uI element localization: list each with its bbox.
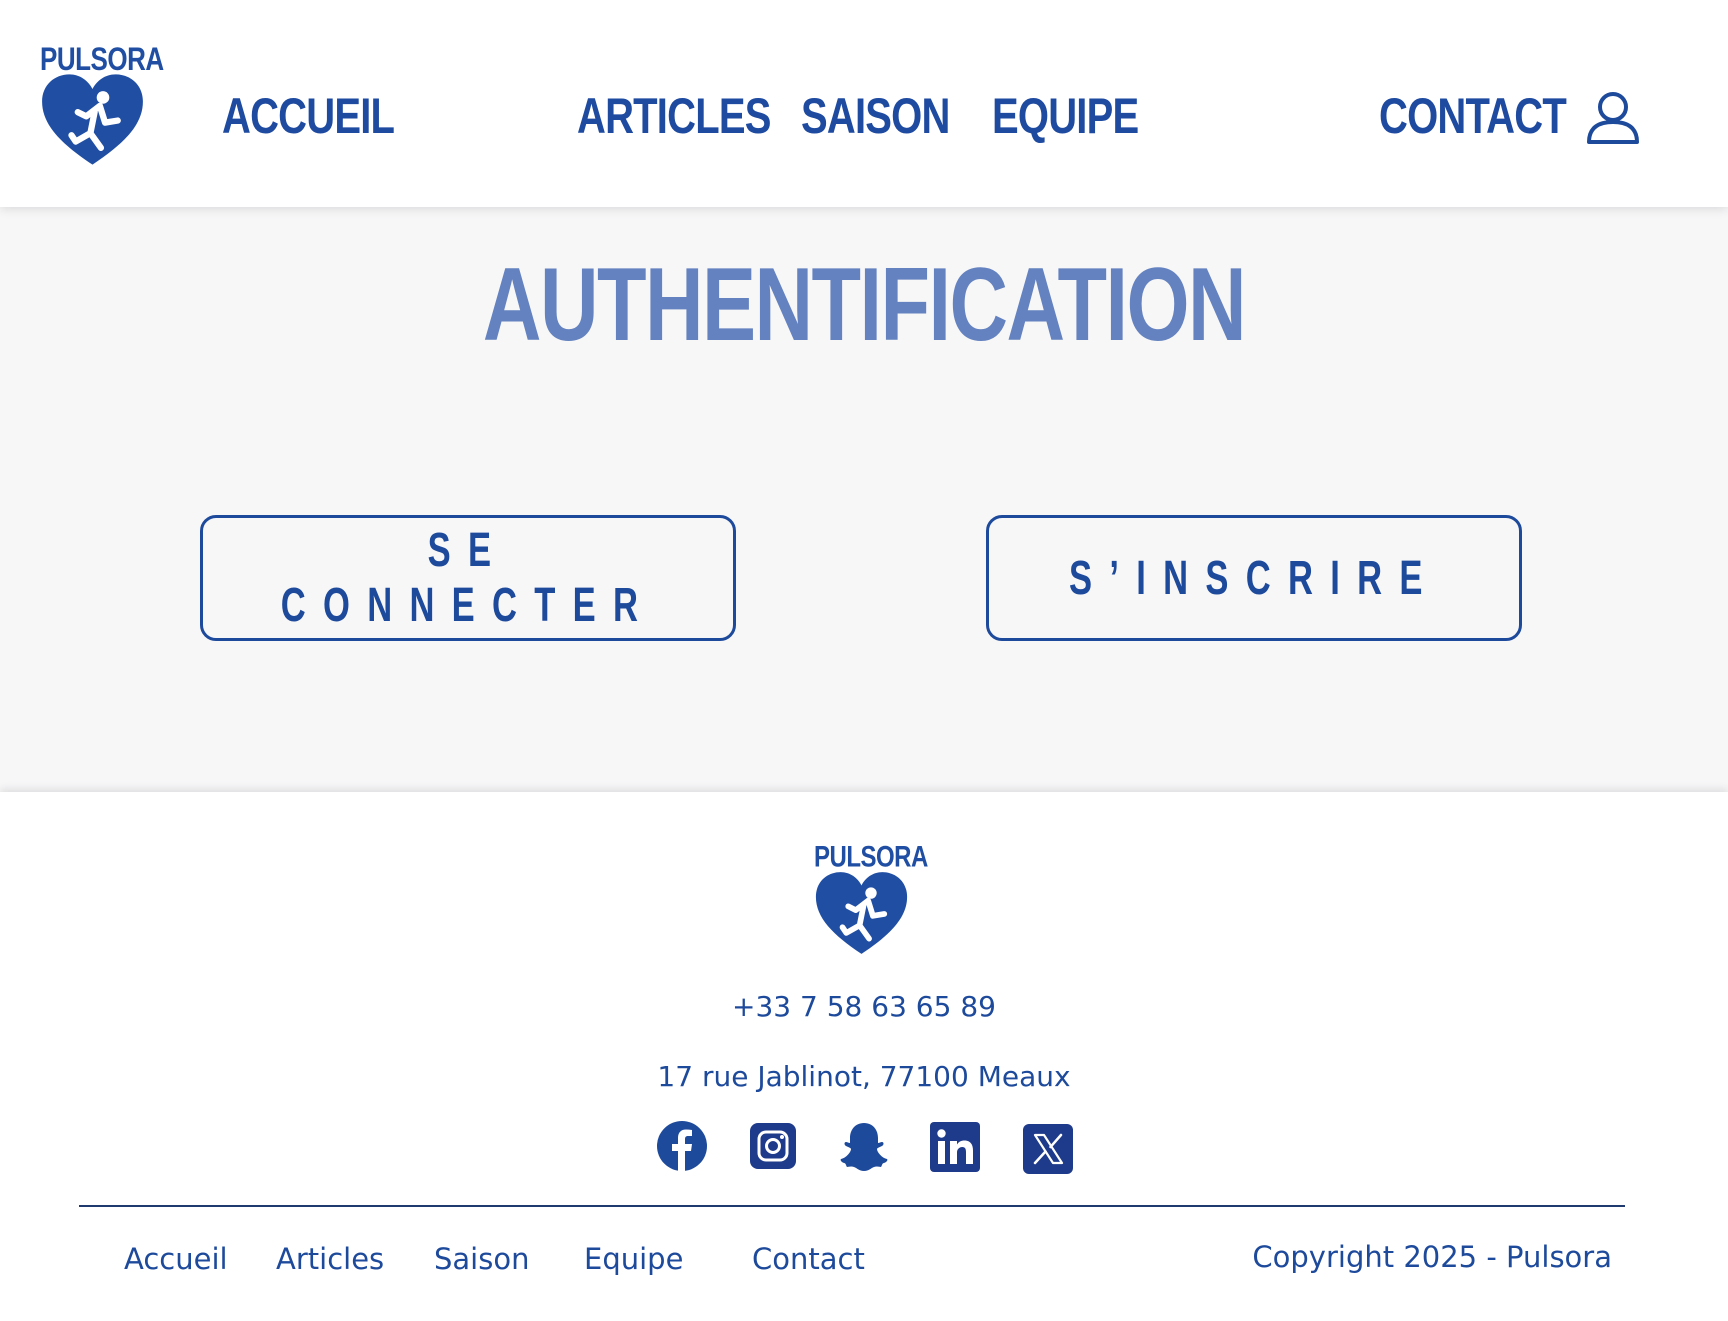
footer-divider xyxy=(79,1205,1625,1207)
nav-saison[interactable]: SAISON xyxy=(801,86,950,146)
user-icon[interactable] xyxy=(1586,90,1640,144)
login-button[interactable]: SE CONNECTER xyxy=(200,515,736,641)
facebook-icon[interactable] xyxy=(656,1120,708,1172)
snapchat-icon[interactable] xyxy=(838,1120,890,1172)
footer-logo[interactable]: PULSORA xyxy=(814,840,928,955)
footer-link-accueil[interactable]: Accueil xyxy=(124,1242,228,1276)
page-title: AUTHENTIFICATION xyxy=(482,247,1247,363)
footer-link-contact[interactable]: Contact xyxy=(752,1242,865,1276)
nav-contact[interactable]: CONTACT xyxy=(1379,86,1567,146)
copyright-text: Copyright 2025 - Pulsora xyxy=(1252,1240,1612,1274)
login-button-label: SE CONNECTER xyxy=(280,524,656,632)
signup-button[interactable]: S’INSCRIRE xyxy=(986,515,1522,641)
footer-phone[interactable]: +33 7 58 63 65 89 xyxy=(0,990,1728,1023)
footer-link-equipe[interactable]: Equipe xyxy=(584,1242,683,1276)
site-footer: PULSORA +33 7 58 63 65 89 17 rue Jablino… xyxy=(0,792,1728,1321)
header-logo[interactable]: PULSORA xyxy=(40,40,164,165)
nav-accueil[interactable]: ACCUEIL xyxy=(222,86,395,146)
site-header: PULSORA ACCUEIL ARTICLES SAISON EQUIPE C… xyxy=(0,0,1728,207)
nav-equipe[interactable]: EQUIPE xyxy=(992,86,1139,146)
instagram-icon[interactable] xyxy=(749,1122,797,1170)
nav-articles[interactable]: ARTICLES xyxy=(577,86,771,146)
heart-runner-icon xyxy=(42,74,143,165)
x-icon[interactable] xyxy=(1023,1124,1073,1174)
footer-link-articles[interactable]: Articles xyxy=(276,1242,384,1276)
footer-link-saison[interactable]: Saison xyxy=(434,1242,529,1276)
footer-address: 17 rue Jablinot, 77100 Meaux xyxy=(657,1060,1071,1093)
linkedin-icon[interactable] xyxy=(930,1122,980,1172)
signup-button-label: S’INSCRIRE xyxy=(1068,551,1440,605)
auth-section: AUTHENTIFICATION SE CONNECTER S’INSCRIRE xyxy=(0,207,1728,792)
footer-heart-runner-icon xyxy=(815,872,908,954)
